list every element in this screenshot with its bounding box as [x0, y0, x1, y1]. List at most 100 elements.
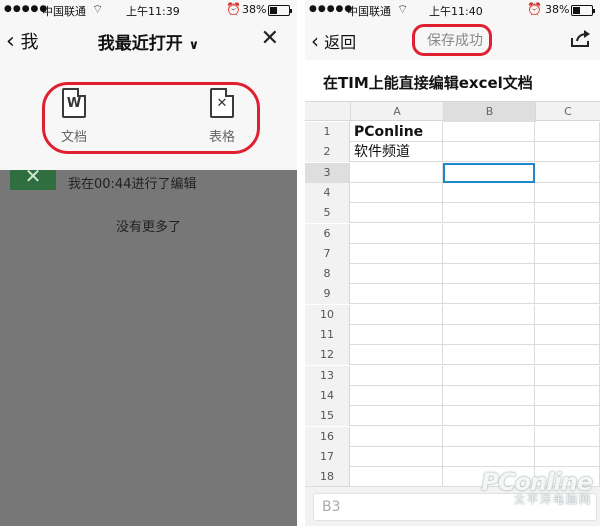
row-number[interactable]: 11 [305, 325, 350, 345]
sheet-cell-b17[interactable] [443, 446, 535, 467]
page-title[interactable]: 我最近打开 ∨ [0, 29, 297, 54]
sheet-cell-c6[interactable] [535, 223, 600, 244]
sheet-cell-b10[interactable] [443, 304, 535, 325]
table-row: 3 [305, 162, 600, 183]
sheet-cell-a7[interactable] [350, 243, 443, 264]
row-number[interactable]: 14 [305, 385, 350, 406]
share-icon[interactable] [570, 30, 592, 48]
table-row: 17 [305, 446, 600, 467]
table-row: 6 [305, 223, 600, 244]
sheet-cell-b3[interactable] [443, 162, 535, 183]
sheet-cell-c2[interactable] [535, 142, 600, 163]
sheet-cell-a6[interactable] [350, 223, 443, 244]
sheet-cell-a18[interactable] [350, 467, 443, 488]
sheet-cell-b8[interactable] [443, 264, 535, 285]
back-button[interactable]: ‹ 返回 [311, 29, 356, 53]
sheet-cell-b1[interactable] [443, 122, 535, 142]
clock-time: 上午11:39 [126, 5, 180, 18]
sheet-cell-a16[interactable] [350, 426, 443, 447]
column-header[interactable]: B [443, 102, 535, 122]
sheet-cell-c14[interactable] [535, 385, 600, 406]
row-number[interactable]: 9 [305, 284, 350, 305]
sheet-cell-b9[interactable] [443, 284, 535, 305]
row-number[interactable]: 18 [305, 467, 350, 488]
sheet-cell-c8[interactable] [535, 264, 600, 285]
sheet-cell-a5[interactable] [350, 203, 443, 224]
chevron-down-icon: ∨ [188, 38, 200, 53]
sheet-cell-b14[interactable] [443, 385, 535, 406]
row-number[interactable]: 8 [305, 264, 350, 285]
sheet-cell-b11[interactable] [443, 325, 535, 345]
row-number[interactable]: 17 [305, 446, 350, 467]
sheet-cell-c3[interactable] [535, 162, 600, 183]
row-number[interactable]: 15 [305, 406, 350, 427]
watermark-logo-text: PConline [481, 468, 593, 496]
sheet-cell-b16[interactable] [443, 426, 535, 447]
sheet-cell-b7[interactable] [443, 243, 535, 264]
excel-file-icon: ✕ [10, 164, 56, 190]
column-header[interactable]: A [350, 102, 443, 122]
sheet-cell-a11[interactable] [350, 325, 443, 345]
new-document-button[interactable]: W 文档 [44, 88, 104, 145]
new-sheet-button[interactable]: ✕ 表格 [192, 88, 252, 145]
sheet-cell-c9[interactable] [535, 284, 600, 305]
chevron-left-icon: ‹ [311, 29, 319, 53]
sheet-cell-c11[interactable] [535, 325, 600, 345]
sheet-cell-c12[interactable] [535, 345, 600, 366]
column-header[interactable]: C [535, 102, 600, 122]
sheet-cell-b15[interactable] [443, 406, 535, 427]
wifi-icon: ⌔ [397, 2, 409, 16]
sheet-cell-c17[interactable] [535, 446, 600, 467]
table-row: 16 [305, 426, 600, 447]
sheet-cell-a17[interactable] [350, 446, 443, 467]
battery-percent: 38% [242, 3, 267, 16]
sheet-cell-a13[interactable] [350, 365, 443, 386]
row-number[interactable]: 6 [305, 223, 350, 244]
row-number[interactable]: 5 [305, 203, 350, 224]
row-number[interactable]: 2 [305, 142, 350, 163]
sheet-cell-a2[interactable]: 软件频道 [350, 142, 443, 163]
row-number[interactable]: 13 [305, 365, 350, 386]
alarm-icon: ⏰ [226, 2, 241, 16]
sheet-cell-c16[interactable] [535, 426, 600, 447]
sheet-cell-b4[interactable] [443, 182, 535, 203]
sheet-cell-a8[interactable] [350, 264, 443, 285]
sheet-cell-c13[interactable] [535, 365, 600, 386]
row-number[interactable]: 16 [305, 426, 350, 447]
sheet-cell-a3[interactable] [350, 162, 443, 183]
sheet-cell-a1[interactable]: PConline [350, 122, 443, 142]
sheet-cell-a4[interactable] [350, 182, 443, 203]
battery-icon [268, 5, 292, 16]
table-row: 11 [305, 325, 600, 345]
sheet-cell-a14[interactable] [350, 385, 443, 406]
nav-bar: ‹ 我 我最近打开 ∨ ✕ [0, 20, 297, 60]
document-title[interactable]: 在TIM上能直接编辑excel文档 [323, 72, 533, 93]
sheet-cell-c1[interactable] [535, 122, 600, 142]
sheet-cell-a12[interactable] [350, 345, 443, 366]
sheet-cell-b13[interactable] [443, 365, 535, 386]
sheet-cell-c10[interactable] [535, 304, 600, 325]
table-row: 8 [305, 264, 600, 285]
sheet-cell-b12[interactable] [443, 345, 535, 366]
clock-time: 上午11:40 [429, 5, 483, 18]
row-number[interactable]: 10 [305, 304, 350, 325]
sheet-cell-b5[interactable] [443, 203, 535, 224]
row-number[interactable]: 1 [305, 122, 350, 142]
row-number[interactable]: 12 [305, 345, 350, 366]
sheet-cell-c5[interactable] [535, 203, 600, 224]
sheet-cell-a10[interactable] [350, 304, 443, 325]
empty-list-message: 没有更多了 [115, 220, 181, 235]
close-button[interactable]: ✕ [261, 26, 279, 51]
table-row: 5 [305, 203, 600, 224]
row-number[interactable]: 3 [305, 162, 350, 183]
sheet-cell-b2[interactable] [443, 142, 535, 163]
sheet-cell-b6[interactable] [443, 223, 535, 244]
sheet-cell-a9[interactable] [350, 284, 443, 305]
sheet-cell-c7[interactable] [535, 243, 600, 264]
alarm-icon: ⏰ [527, 2, 542, 16]
row-number[interactable]: 7 [305, 243, 350, 264]
sheet-cell-c15[interactable] [535, 406, 600, 427]
row-number[interactable]: 4 [305, 182, 350, 203]
sheet-cell-a15[interactable] [350, 406, 443, 427]
sheet-cell-c4[interactable] [535, 182, 600, 203]
